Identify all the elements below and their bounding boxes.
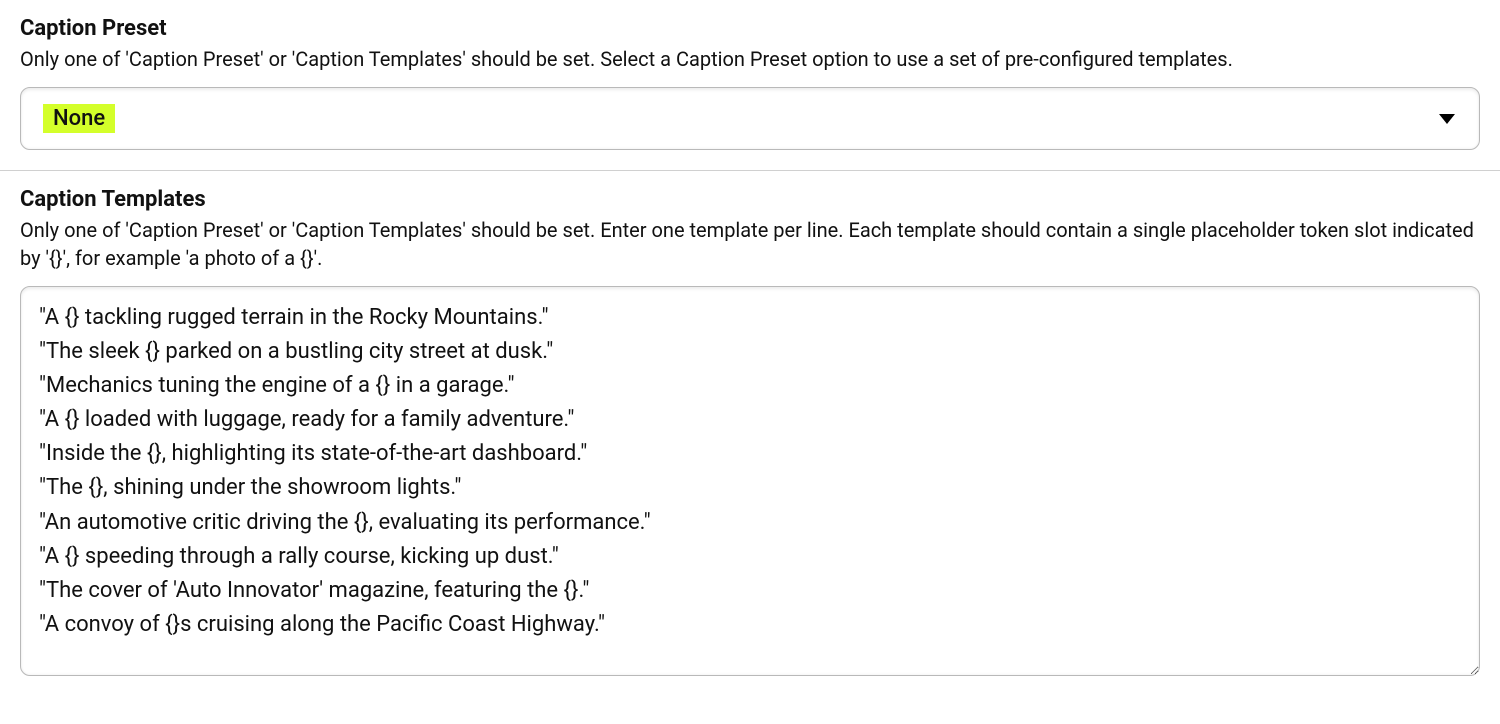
- settings-form: Caption Preset Only one of 'Caption Pres…: [0, 0, 1500, 701]
- chevron-down-icon: [1439, 114, 1455, 124]
- caption-preset-description: Only one of 'Caption Preset' or 'Caption…: [20, 45, 1480, 73]
- caption-templates-section: Caption Templates Only one of 'Caption P…: [0, 171, 1500, 701]
- caption-preset-section: Caption Preset Only one of 'Caption Pres…: [0, 0, 1500, 170]
- caption-templates-input[interactable]: [20, 286, 1480, 676]
- caption-preset-title: Caption Preset: [20, 16, 1480, 41]
- caption-preset-selected-value: None: [43, 104, 115, 133]
- caption-preset-select[interactable]: None: [20, 87, 1480, 150]
- caption-templates-description: Only one of 'Caption Preset' or 'Caption…: [20, 216, 1480, 272]
- caption-templates-title: Caption Templates: [20, 187, 1480, 212]
